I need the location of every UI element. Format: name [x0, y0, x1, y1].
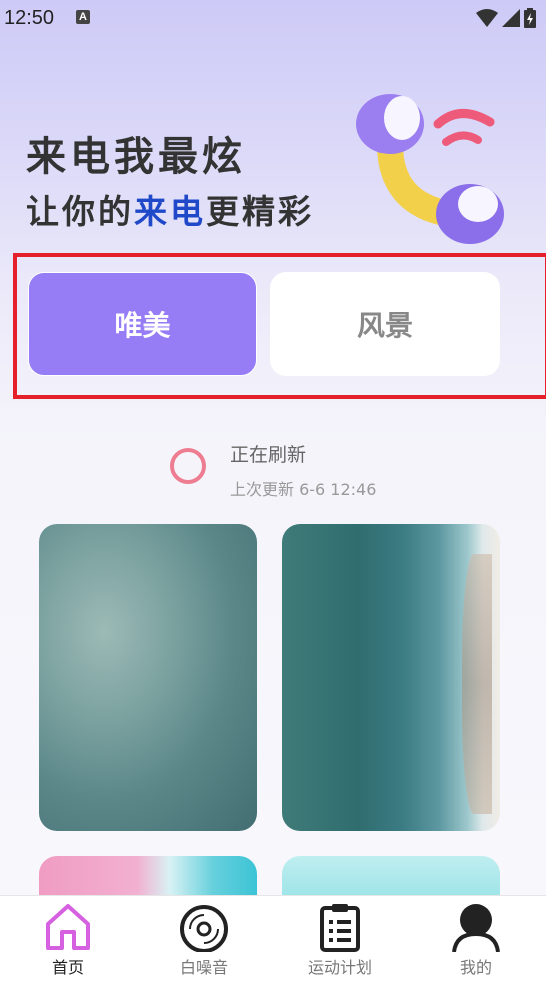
nav-label-white-noise: 白噪音	[179, 958, 228, 977]
status-bar: 12:50 A	[0, 0, 546, 40]
status-time: 12:50	[4, 7, 55, 29]
cliff-shape	[462, 554, 492, 814]
telephone-handset-icon	[356, 94, 504, 244]
wallpaper-card[interactable]	[282, 524, 500, 831]
notification-icon: A	[76, 10, 90, 24]
nav-label-home: 首页	[51, 958, 84, 977]
nav-item-home[interactable]: 首页	[0, 896, 136, 985]
status-icons	[476, 8, 536, 28]
hero-subtitle-prefix: 让你的	[26, 192, 134, 231]
refresh-last-updated: 上次更新 6-6 12:46	[230, 480, 377, 499]
home-icon	[46, 904, 90, 950]
vinyl-disc-icon	[180, 905, 228, 952]
wifi-icon	[476, 9, 498, 27]
clipboard-list-icon	[320, 904, 360, 952]
refresh-title: 正在刷新	[230, 444, 307, 466]
loading-spinner-icon	[170, 448, 206, 484]
signal-icon	[502, 9, 520, 27]
hero-title: 来电我最炫	[26, 134, 246, 180]
nav-item-exercise-plan[interactable]: 运动计划	[272, 896, 408, 985]
hero-subtitle-suffix: 更精彩	[206, 192, 314, 231]
hero-subtitle-highlight: 来电	[134, 192, 206, 231]
user-icon	[452, 904, 500, 952]
wallpaper-card[interactable]	[39, 524, 257, 831]
battery-icon	[524, 8, 536, 28]
nav-label-profile: 我的	[459, 958, 492, 977]
nav-item-profile[interactable]: 我的	[408, 896, 544, 985]
hero-subtitle: 让你的来电更精彩	[26, 185, 314, 233]
tab-fengjing[interactable]: 风景	[270, 272, 500, 376]
bottom-nav: 首页 白噪音 运动计划 我的	[0, 895, 546, 985]
nav-item-white-noise[interactable]: 白噪音	[136, 896, 272, 985]
nav-label-exercise-plan: 运动计划	[307, 958, 372, 977]
tab-weimei[interactable]: 唯美	[28, 272, 257, 376]
